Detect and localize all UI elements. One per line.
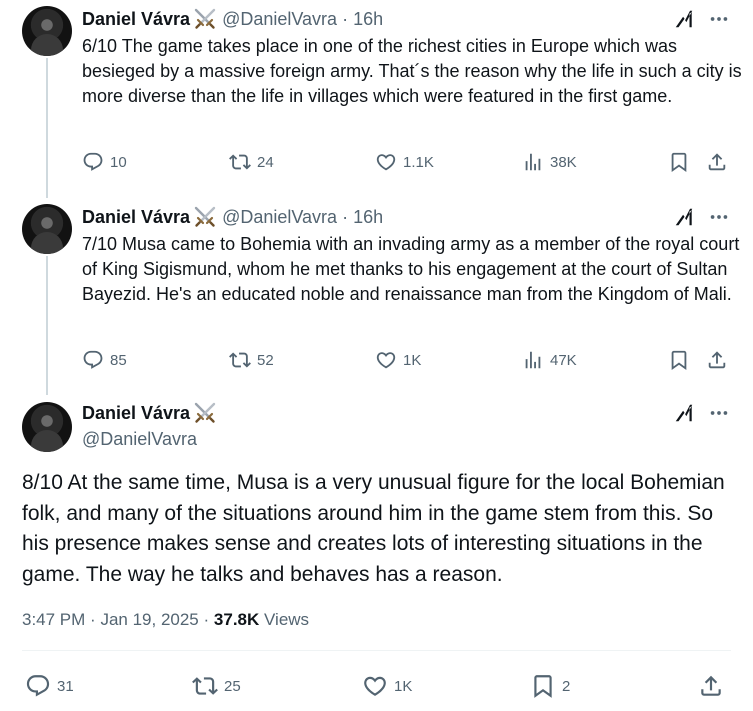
like-count: 1K (394, 677, 413, 695)
author-handle[interactable]: @DanielVavra (222, 9, 337, 30)
share-button[interactable] (698, 672, 724, 700)
like-button[interactable]: 1K (375, 348, 421, 372)
more-options-icon[interactable] (707, 206, 731, 228)
like-icon (375, 349, 397, 371)
share-icon (706, 349, 728, 371)
tweet-actions: 85 52 1K 47K (82, 348, 742, 372)
share-icon (698, 673, 724, 699)
more-options-icon[interactable] (707, 8, 731, 30)
author-handle[interactable]: @DanielVavra (82, 429, 197, 450)
avatar[interactable] (22, 402, 72, 452)
repost-icon (192, 673, 218, 699)
avatar[interactable] (22, 6, 72, 56)
grok-icon[interactable] (673, 8, 695, 30)
like-count: 1.1K (403, 153, 434, 171)
repost-count: 24 (257, 153, 274, 171)
share-button[interactable] (706, 348, 728, 372)
reply-icon (82, 349, 104, 371)
like-button[interactable]: 1.1K (375, 150, 434, 174)
author-name[interactable]: Daniel Vávra (82, 9, 190, 30)
tweet-header: Daniel Vávra @DanielVavra · 16h (82, 7, 383, 31)
bookmark-button[interactable] (668, 348, 690, 372)
like-icon (362, 673, 388, 699)
tweet-item[interactable]: Daniel Vávra @DanielVavra · 16h 6/10 The… (0, 0, 753, 195)
share-icon (706, 151, 728, 173)
reply-icon (82, 151, 104, 173)
tweet-header: Daniel Vávra @DanielVavra · 16h (82, 205, 383, 229)
tweet-time[interactable]: 16h (353, 9, 383, 30)
author-handle[interactable]: @DanielVavra (222, 207, 337, 228)
divider (22, 650, 731, 651)
tweet-text: 6/10 The game takes place in one of the … (82, 36, 742, 106)
tweet-meta: 3:47 PM · Jan 19, 2025 · 37.8K Views (22, 610, 309, 630)
author-name[interactable]: Daniel Vávra (82, 403, 190, 424)
bookmark-button[interactable] (668, 150, 690, 174)
repost-count: 52 (257, 351, 274, 369)
grok-icon[interactable] (673, 206, 695, 228)
tweet-actions: 10 24 1.1K 38K (82, 150, 742, 174)
separator-dot: · (342, 206, 349, 227)
views-button[interactable]: 38K (522, 150, 577, 174)
views-label: Views (264, 610, 310, 629)
repost-icon (229, 349, 251, 371)
reply-count: 85 (110, 351, 127, 369)
reply-count: 10 (110, 153, 127, 171)
like-button[interactable]: 1K (362, 672, 412, 700)
reply-button[interactable]: 10 (82, 150, 127, 174)
share-button[interactable] (706, 150, 728, 174)
repost-button[interactable]: 52 (229, 348, 274, 372)
bookmark-icon (530, 673, 556, 699)
like-count: 1K (403, 351, 422, 369)
reply-button[interactable]: 31 (25, 672, 74, 700)
avatar[interactable] (22, 204, 72, 254)
repost-button[interactable]: 24 (229, 150, 274, 174)
views-count: 38K (550, 153, 577, 171)
bookmark-button[interactable]: 2 (530, 672, 570, 700)
tweet-time[interactable]: 16h (353, 207, 383, 228)
views-count: 47K (550, 351, 577, 369)
crossed-swords-icon (193, 206, 217, 228)
views-button[interactable]: 47K (522, 348, 577, 372)
crossed-swords-icon (193, 8, 217, 30)
tweet-actions: 31 25 1K 2 (22, 672, 731, 700)
grok-icon[interactable] (673, 402, 695, 424)
tweet-date[interactable]: Jan 19, 2025 (100, 610, 198, 629)
author-handle-row: @DanielVavra (82, 427, 197, 451)
tweet-text: 7/10 Musa came to Bohemia with an invadi… (82, 234, 740, 304)
tweet-timestamp[interactable]: 3:47 PM (22, 610, 85, 629)
author-name[interactable]: Daniel Vávra (82, 207, 190, 228)
repost-count: 25 (224, 677, 241, 695)
tweet-item[interactable]: Daniel Vávra @DanielVavra · 16h 7/10 Mus… (0, 198, 753, 393)
views-icon (522, 349, 544, 371)
separator-dot: · (342, 8, 349, 29)
reply-count: 31 (57, 677, 74, 695)
main-tweet: Daniel Vávra @DanielVavra 8/10 At the sa… (0, 396, 753, 711)
like-icon (375, 151, 397, 173)
tweet-header: Daniel Vávra (82, 401, 217, 425)
repost-icon (229, 151, 251, 173)
tweet-text: 8/10 At the same time, Musa is a very un… (22, 471, 725, 586)
crossed-swords-icon (193, 402, 217, 424)
separator-dot: · (203, 610, 210, 629)
reply-icon (25, 673, 51, 699)
views-icon (522, 151, 544, 173)
reply-button[interactable]: 85 (82, 348, 127, 372)
repost-button[interactable]: 25 (192, 672, 241, 700)
bookmark-icon (668, 349, 690, 371)
bookmark-count: 2 (562, 677, 571, 695)
separator-dot: · (90, 610, 96, 629)
more-options-icon[interactable] (707, 402, 731, 424)
bookmark-icon (668, 151, 690, 173)
views-count: 37.8K (213, 610, 260, 629)
